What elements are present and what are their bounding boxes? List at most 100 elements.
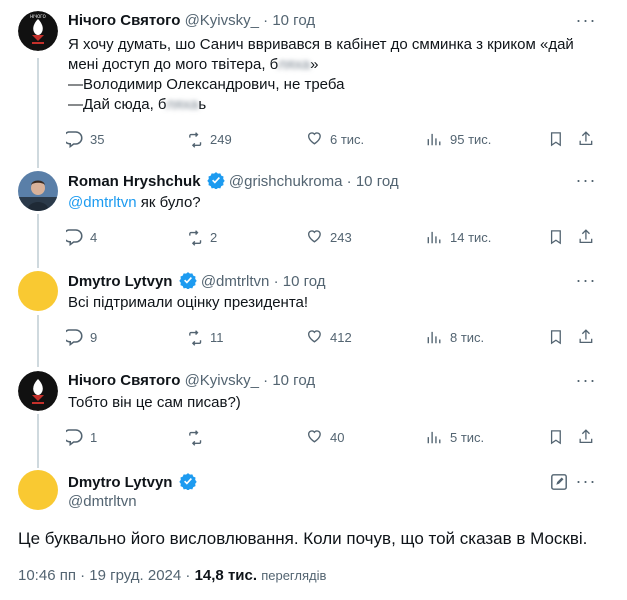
edit-icon[interactable] [550, 473, 568, 491]
separator: · [346, 173, 352, 190]
views-icon [427, 133, 441, 147]
more-icon[interactable]: ··· [575, 11, 597, 34]
avatar-image [18, 371, 58, 411]
reply-icon [66, 131, 83, 148]
action-bar: 4 2 243 14 тис. [66, 227, 602, 247]
share-icon [579, 229, 593, 244]
action-bar: 1 40 5 тис. [66, 427, 602, 447]
tweet[interactable]: Dmytro Lytvyn @dmtrltvn · 10 год ··· Всі… [0, 260, 627, 360]
author-handle[interactable]: @Kyivsky_ [185, 372, 259, 389]
like-count: 243 [330, 229, 352, 245]
text-segment: ь [198, 96, 207, 113]
views-count: 95 тис. [450, 131, 492, 147]
reply-button[interactable]: 9 [66, 327, 97, 347]
tweet-text: Я хочу думать, шо Санич ввривався в кабі… [68, 35, 587, 115]
timestamp[interactable]: 10 год [272, 12, 315, 29]
reply-button[interactable]: 1 [66, 427, 97, 447]
reply-button[interactable]: 35 [66, 129, 104, 149]
share-button[interactable] [578, 227, 596, 247]
avatar[interactable]: НІЧОГО [18, 11, 58, 51]
views-icon [427, 331, 441, 345]
views-button[interactable]: 14 тис. [426, 227, 491, 247]
text-segment: як було? [136, 194, 201, 211]
more-icon[interactable]: ··· [575, 171, 597, 194]
like-button[interactable]: 6 тис. [306, 129, 364, 149]
avatar[interactable] [18, 271, 58, 311]
heart-icon [307, 430, 321, 443]
author-name[interactable]: Нічого Святого [68, 12, 180, 29]
tweet[interactable]: Нічого Святого @Kyivsky_ · 10 год ··· То… [0, 360, 627, 460]
author-name[interactable]: Dmytro Lytvyn [68, 273, 172, 290]
svg-text:НІЧОГО: НІЧОГО [30, 14, 46, 19]
reply-count: 35 [90, 131, 105, 147]
share-button[interactable] [578, 129, 596, 149]
tweet-header: Dmytro Lytvyn [68, 472, 567, 493]
avatar[interactable] [18, 470, 58, 510]
more-icon[interactable]: ··· [575, 371, 597, 394]
timestamp[interactable]: 10 год [283, 273, 326, 290]
more-icon[interactable]: ··· [575, 472, 597, 495]
avatar-image: НІЧОГО [18, 11, 58, 51]
bookmark-button[interactable] [548, 129, 566, 149]
bookmark-icon [550, 230, 562, 244]
views-button[interactable]: 95 тис. [426, 129, 491, 149]
reply-button[interactable]: 4 [66, 227, 97, 247]
views-icon [427, 231, 441, 245]
verified-badge-icon[interactable] [207, 171, 225, 189]
tweet[interactable]: НІЧОГО Нічого Святого @Kyivsky_ · 10 год… [0, 0, 627, 160]
mention-link[interactable]: @dmtrltvn [68, 194, 137, 211]
views-count: 14,8 тис. [194, 567, 258, 584]
tweet-header: Dmytro Lytvyn @dmtrltvn · 10 год [68, 271, 567, 292]
author-handle[interactable]: @Kyivsky_ [185, 12, 259, 29]
blurred-text: ляха [277, 56, 311, 73]
author-name[interactable]: Dmytro Lytvyn [68, 474, 172, 491]
separator: · [273, 273, 279, 290]
bookmark-icon [550, 132, 562, 146]
bookmark-icon [550, 330, 562, 344]
repost-button[interactable] [186, 427, 210, 447]
repost-count: 2 [210, 229, 218, 245]
author-name[interactable]: Roman Hryshchuk [68, 173, 201, 190]
share-button[interactable] [578, 427, 596, 447]
share-button[interactable] [578, 327, 596, 347]
repost-button[interactable]: 249 [186, 129, 232, 149]
timestamp[interactable]: 10 год [356, 173, 399, 190]
views-icon [427, 431, 441, 445]
repost-icon [189, 131, 202, 148]
verified-badge-icon[interactable] [178, 472, 197, 490]
author-handle[interactable]: @grishchukroma [229, 173, 343, 190]
author-name[interactable]: Нічого Святого [68, 372, 180, 389]
author-handle[interactable]: @dmtrltvn [68, 493, 137, 510]
tweet[interactable]: Roman Hryshchuk @grishchukroma · 10 год … [0, 160, 627, 260]
repost-icon [189, 329, 202, 346]
more-icon[interactable]: ··· [575, 271, 597, 294]
text-segment: Я хочу думать, шо Санич ввривався в кабі… [68, 36, 574, 73]
views-count: 14 тис. [450, 229, 492, 245]
bookmark-button[interactable] [548, 427, 566, 447]
reply-icon [66, 429, 83, 446]
bookmark-button[interactable] [548, 327, 566, 347]
repost-count: 249 [210, 131, 232, 147]
avatar[interactable] [18, 171, 58, 211]
like-button[interactable]: 412 [306, 327, 352, 347]
timestamp[interactable]: 10 год [272, 372, 315, 389]
reply-icon [66, 229, 83, 246]
repost-button[interactable]: 11 [186, 327, 224, 347]
views-count: 8 тис. [450, 329, 485, 345]
bookmark-button[interactable] [548, 227, 566, 247]
avatar[interactable] [18, 371, 58, 411]
verified-badge-icon[interactable] [178, 271, 197, 289]
tweet-text: @dmtrltvn як було? [68, 193, 587, 213]
views-button[interactable]: 8 тис. [426, 327, 484, 347]
action-bar: 9 11 412 8 тис. [66, 327, 602, 347]
main-timestamp[interactable]: 10:46 пп · 19 груд. 2024 · [18, 567, 190, 584]
repost-button[interactable]: 2 [186, 227, 217, 247]
like-button[interactable]: 40 [306, 427, 344, 447]
like-count: 6 тис. [330, 131, 365, 147]
like-count: 40 [330, 429, 345, 445]
tweet-header: Roman Hryshchuk @grishchukroma · 10 год [68, 171, 567, 192]
author-handle[interactable]: @dmtrltvn [201, 273, 270, 290]
views-button[interactable]: 5 тис. [426, 427, 484, 447]
views-label: переглядів [261, 568, 327, 583]
like-button[interactable]: 243 [306, 227, 352, 247]
